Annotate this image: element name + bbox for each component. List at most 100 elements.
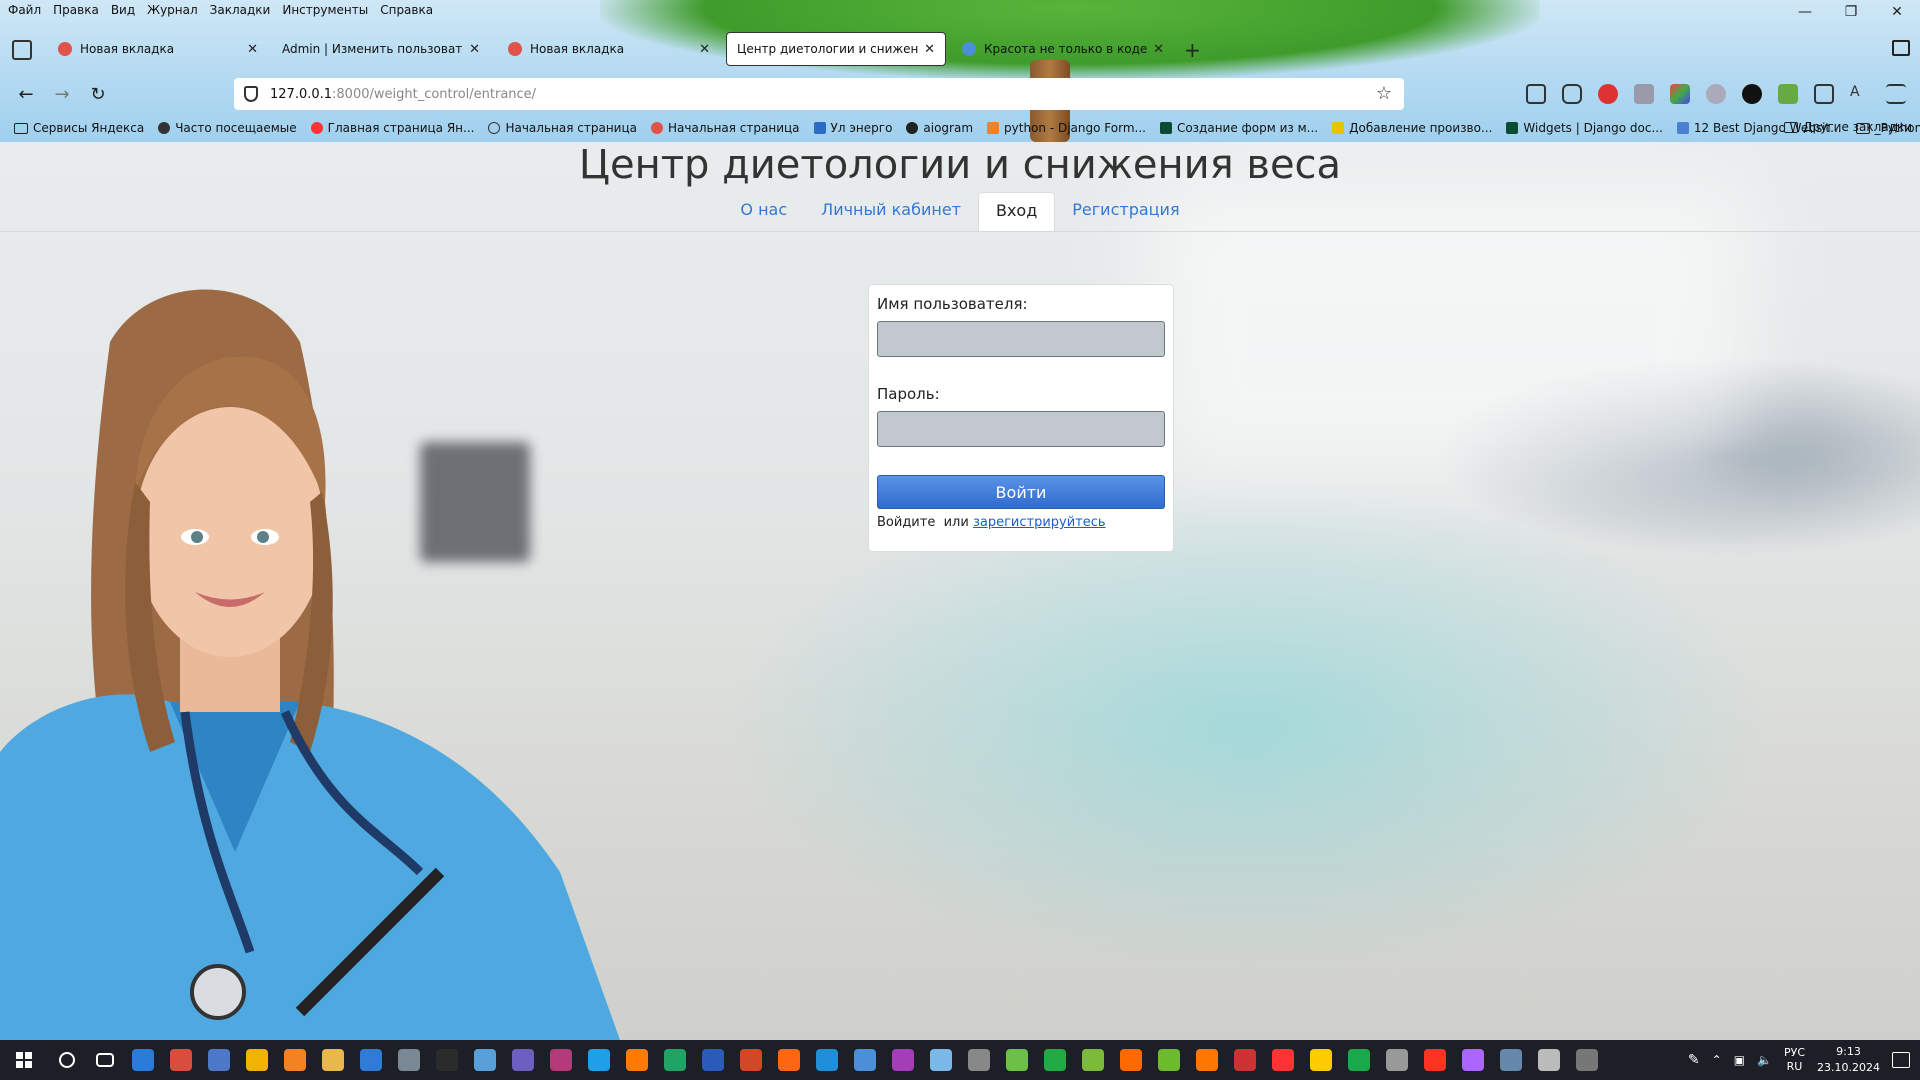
notifications-icon[interactable] [1892,1052,1910,1068]
taskbar-app-icon[interactable] [732,1040,770,1080]
tab-new-1[interactable]: Новая вкладка ✕ [48,32,268,66]
login-button[interactable]: Войти [877,475,1165,509]
taskbar-app-icon[interactable] [314,1040,352,1080]
close-tab-icon[interactable]: ✕ [924,42,935,57]
menu-help[interactable]: Справка [380,3,433,17]
bookmark-start-page-1[interactable]: Начальная страница [488,121,637,135]
taskbar-app-icon[interactable] [1074,1040,1112,1080]
taskbar-app-icon[interactable] [1530,1040,1568,1080]
nav-about[interactable]: О нас [723,192,804,232]
vpn-icon[interactable] [1706,84,1726,104]
taskbar-app-icon[interactable] [960,1040,998,1080]
taskbar-app-icon[interactable] [1454,1040,1492,1080]
taskbar-app-icon[interactable] [162,1040,200,1080]
nav-register[interactable]: Регистрация [1055,192,1196,232]
bookmark-adding[interactable]: Добавление произво... [1332,121,1492,135]
menu-edit[interactable]: Правка [53,3,99,17]
chevron-up-icon[interactable]: ⌃ [1712,1053,1722,1067]
taskbar-app-icon[interactable] [1378,1040,1416,1080]
password-input[interactable] [877,411,1165,447]
menu-bookmarks[interactable]: Закладки [210,3,271,17]
taskbar-app-icon[interactable] [1226,1040,1264,1080]
back-arrow-icon[interactable]: ← [8,84,44,105]
taskbar-app-icon[interactable] [998,1040,1036,1080]
l-extension-icon[interactable] [1742,84,1762,104]
pen-icon[interactable]: ✎ [1688,1052,1700,1068]
taskbar-app-icon[interactable] [390,1040,428,1080]
hamburger-menu-icon[interactable] [1886,84,1906,104]
tab-diet-center[interactable]: Центр диетологии и снижения вес ✕ [726,32,946,66]
taskbar-app-icon[interactable] [1492,1040,1530,1080]
bookmark-other[interactable]: Другие закладки [1784,120,1912,134]
tab-beauty[interactable]: Красота не только в коде — ✕ [952,32,1174,66]
taskbar-app-icon[interactable] [352,1040,390,1080]
close-tab-icon[interactable]: ✕ [247,42,258,57]
pocket-icon[interactable] [1562,84,1582,104]
taskbar-app-icon[interactable] [922,1040,960,1080]
translate-icon[interactable]: A [1850,84,1870,104]
bookmark-start-page-2[interactable]: Начальная страница [651,121,800,135]
taskbar-app-icon[interactable] [504,1040,542,1080]
adblock-icon[interactable] [1598,84,1618,104]
nav-account[interactable]: Личный кабинет [804,192,978,232]
taskbar-app-icon[interactable] [1112,1040,1150,1080]
bookmark-ul-energo[interactable]: Ул энерго [813,121,892,135]
bookmark-aiogram[interactable]: aiogram [906,121,973,135]
taskbar-app-icon[interactable] [656,1040,694,1080]
nav-login[interactable]: Вход [977,192,1056,232]
taskbar-app-icon[interactable] [1302,1040,1340,1080]
sidebar-icon[interactable] [1892,40,1910,56]
forward-arrow-icon[interactable]: → [44,84,80,105]
bookmark-widgets[interactable]: Widgets | Django doc... [1506,121,1663,135]
close-tab-icon[interactable]: ✕ [1153,42,1164,57]
taskbar-app-icon[interactable] [1568,1040,1606,1080]
reload-icon[interactable]: ↻ [80,84,116,105]
tab-admin[interactable]: Admin | Изменить пользователь | А ✕ [272,32,490,66]
restore-icon[interactable]: ❐ [1828,0,1874,24]
taskbar-app-icon[interactable] [200,1040,238,1080]
close-tab-icon[interactable]: ✕ [469,42,480,57]
taskbar-app-icon[interactable] [618,1040,656,1080]
tab-list-icon[interactable] [12,40,32,60]
clock[interactable]: 9:13 23.10.2024 [1817,1044,1880,1076]
bookmark-yandex-services[interactable]: Сервисы Яндекса [14,121,144,135]
taskbar-app-icon[interactable] [238,1040,276,1080]
bookmark-star-icon[interactable]: ☆ [1376,83,1392,104]
taskbar-app-icon[interactable] [466,1040,504,1080]
task-view-icon[interactable] [86,1040,124,1080]
close-window-icon[interactable]: ✕ [1874,0,1920,24]
bookmark-create-forms[interactable]: Создание форм из м... [1159,121,1318,135]
language-indicator[interactable]: РУС RU [1784,1046,1805,1074]
bookmark-django-form[interactable]: python - Django Form... [987,121,1146,135]
taskbar-app-icon[interactable] [808,1040,846,1080]
username-input[interactable] [877,321,1165,357]
minimize-icon[interactable]: — [1782,0,1828,24]
volume-icon[interactable]: 🔈 [1757,1053,1772,1067]
taskbar-app-icon[interactable] [428,1040,466,1080]
bookmark-yandex-home[interactable]: Главная страница Ян... [310,121,474,135]
taskbar-app-icon[interactable] [124,1040,162,1080]
tracking-shield-icon[interactable] [244,86,258,102]
taskbar-app-icon[interactable] [846,1040,884,1080]
taskbar-app-icon[interactable] [1188,1040,1226,1080]
register-link[interactable]: зарегистрируйтесь [973,515,1106,530]
extension-icon[interactable] [1634,84,1654,104]
start-button[interactable] [0,1040,48,1080]
taskbar-app-icon[interactable] [276,1040,314,1080]
network-icon[interactable]: ▣ [1734,1053,1745,1067]
downloads-icon[interactable] [1526,84,1546,104]
taskbar-app-icon[interactable] [580,1040,618,1080]
menu-history[interactable]: Журнал [147,3,198,17]
puzzle-icon[interactable] [1814,84,1834,104]
taskbar-app-icon[interactable] [770,1040,808,1080]
new-tab-plus-icon[interactable]: + [1184,38,1201,62]
taskbar-app-icon[interactable] [884,1040,922,1080]
menu-view[interactable]: Вид [111,3,135,17]
address-bar[interactable]: 127.0.0.1:8000/weight_control/entrance/ … [234,78,1404,110]
close-tab-icon[interactable]: ✕ [699,42,710,57]
taskbar-app-icon[interactable] [1340,1040,1378,1080]
menu-file[interactable]: Файл [8,3,41,17]
bookmark-most-visited[interactable]: Часто посещаемые [158,121,297,135]
taskbar-app-icon[interactable] [694,1040,732,1080]
colorful-extension-icon[interactable] [1670,84,1690,104]
